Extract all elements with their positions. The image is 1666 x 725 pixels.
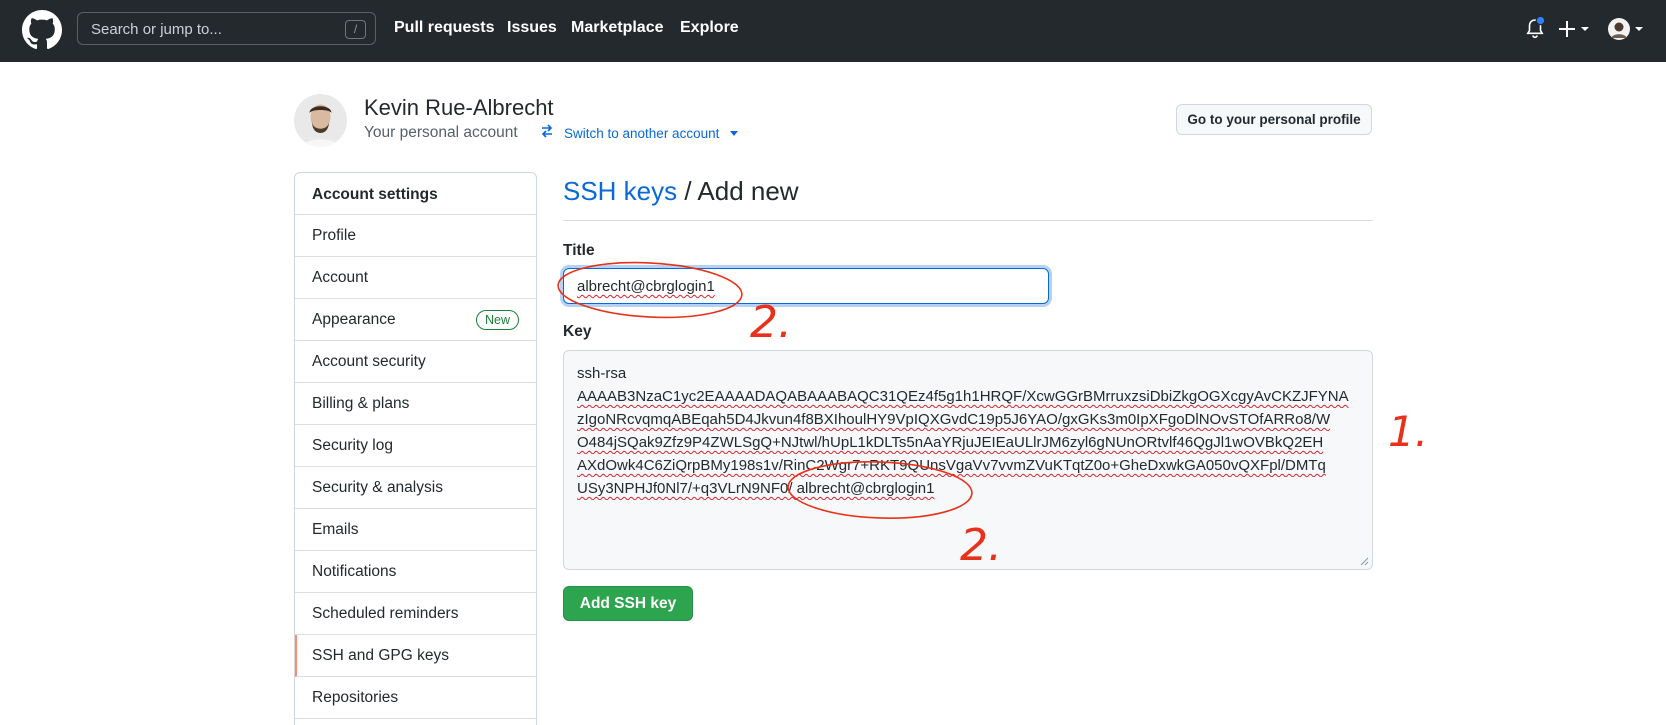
user-avatar-menu-icon[interactable]	[1607, 17, 1645, 41]
key-textarea[interactable]: ssh-rsa AAAAB3NzaC1yc2EAAAADAQABAAABAQC3…	[563, 350, 1373, 570]
sidebar-item-profile[interactable]: Profile	[295, 215, 536, 257]
github-logo-icon[interactable]	[22, 10, 62, 50]
sidebar-item-billing[interactable]: Billing & plans	[295, 383, 536, 425]
sidebar-item-label: Security log	[312, 437, 393, 454]
sidebar-item-label: Billing & plans	[312, 395, 410, 412]
sidebar-item-repositories[interactable]: Repositories	[295, 677, 536, 719]
sidebar-item-label: Scheduled reminders	[312, 605, 459, 622]
sidebar-item-ssh-gpg-keys[interactable]: SSH and GPG keys	[295, 635, 536, 677]
sidebar-item-label: Profile	[312, 227, 356, 244]
title-label: Title	[563, 242, 595, 259]
breadcrumb-current: / Add new	[677, 176, 799, 206]
sidebar-item-account-security[interactable]: Account security	[295, 341, 536, 383]
sidebar-item-appearance[interactable]: Appearance New	[295, 299, 536, 341]
annotation-mark-1: 1.	[1388, 407, 1428, 456]
key-line: ssh-rsa	[577, 365, 627, 382]
nav-marketplace[interactable]: Marketplace	[571, 19, 664, 37]
sidebar-item-account[interactable]: Account	[295, 257, 536, 299]
avatar[interactable]	[294, 94, 347, 147]
sidebar-item-label: Account security	[312, 353, 426, 370]
resize-handle-icon[interactable]	[1359, 556, 1369, 566]
go-to-profile-button[interactable]: Go to your personal profile	[1176, 104, 1372, 135]
search-input[interactable]: Search or jump to... /	[77, 12, 376, 45]
title-value: albrecht@cbrglogin1	[577, 278, 715, 295]
search-shortcut-key: /	[345, 20, 366, 39]
add-ssh-key-button[interactable]: Add SSH key	[563, 586, 693, 621]
key-line: AXdOwk4C6ZiQrpBMy198s1v/RinC2Wgr7+RKT9QU…	[577, 457, 1326, 474]
sidebar-item-security-analysis[interactable]: Security & analysis	[295, 467, 536, 509]
sidebar-item-label: Repositories	[312, 689, 399, 706]
sidebar-item-label: Appearance	[312, 311, 396, 328]
sidebar-item-label: Account	[312, 269, 369, 286]
notification-bell-icon[interactable]	[1524, 16, 1546, 42]
key-line: USy3NPHJf0Nl7/+q3VLrN9NF0/ albrecht@cbrg…	[577, 480, 935, 497]
sidebar-item-label: Emails	[312, 521, 359, 538]
key-line: O484jSQak9Zfz9P4ZWLSgQ+NJtwl/hUpL1kDLTs5…	[577, 434, 1324, 451]
settings-sidebar: Account settings Profile Account Appeara…	[294, 172, 537, 725]
sidebar-item-label: SSH and GPG keys	[312, 647, 449, 664]
switch-arrows-icon[interactable]	[539, 123, 555, 139]
sidebar-item-notifications[interactable]: Notifications	[295, 551, 536, 593]
key-label: Key	[563, 323, 592, 340]
sidebar-item-security-log[interactable]: Security log	[295, 425, 536, 467]
nav-explore[interactable]: Explore	[680, 19, 739, 37]
title-field[interactable]: albrecht@cbrglogin1	[563, 268, 1049, 304]
sidebar-item-label: Notifications	[312, 563, 397, 580]
top-header: Search or jump to... / Pull requests Iss…	[0, 0, 1666, 62]
breadcrumb-ssh-keys-link[interactable]: SSH keys	[563, 176, 677, 206]
new-badge: New	[475, 310, 519, 330]
page-title: SSH keys / Add new	[563, 176, 799, 207]
annotation-mark-2-title: 2.	[750, 297, 792, 348]
profile-photo-icon	[294, 94, 347, 147]
sidebar-item-label: Security & analysis	[312, 479, 443, 496]
nav-pull-requests[interactable]: Pull requests	[394, 19, 494, 37]
sidebar-item-scheduled-reminders[interactable]: Scheduled reminders	[295, 593, 536, 635]
create-new-plus-icon[interactable]	[1559, 19, 1593, 39]
key-line: AAAAB3NzaC1yc2EAAAADAQABAAABAQC31QEz4f5g…	[577, 388, 1349, 405]
search-placeholder: Search or jump to...	[91, 21, 222, 38]
sidebar-item-emails[interactable]: Emails	[295, 509, 536, 551]
nav-issues[interactable]: Issues	[507, 19, 557, 37]
key-line: zIgoNRcvqmqABEqah5D4Jkvun4f8BXIhoulHY9Vp…	[577, 411, 1331, 428]
chevron-down-icon[interactable]	[730, 131, 738, 136]
profile-subtitle: Your personal account	[364, 124, 518, 141]
sidebar-heading: Account settings	[295, 173, 536, 215]
title-divider	[563, 220, 1373, 221]
switch-account-link[interactable]: Switch to another account	[564, 126, 719, 141]
profile-name: Kevin Rue-Albrecht	[364, 95, 554, 120]
